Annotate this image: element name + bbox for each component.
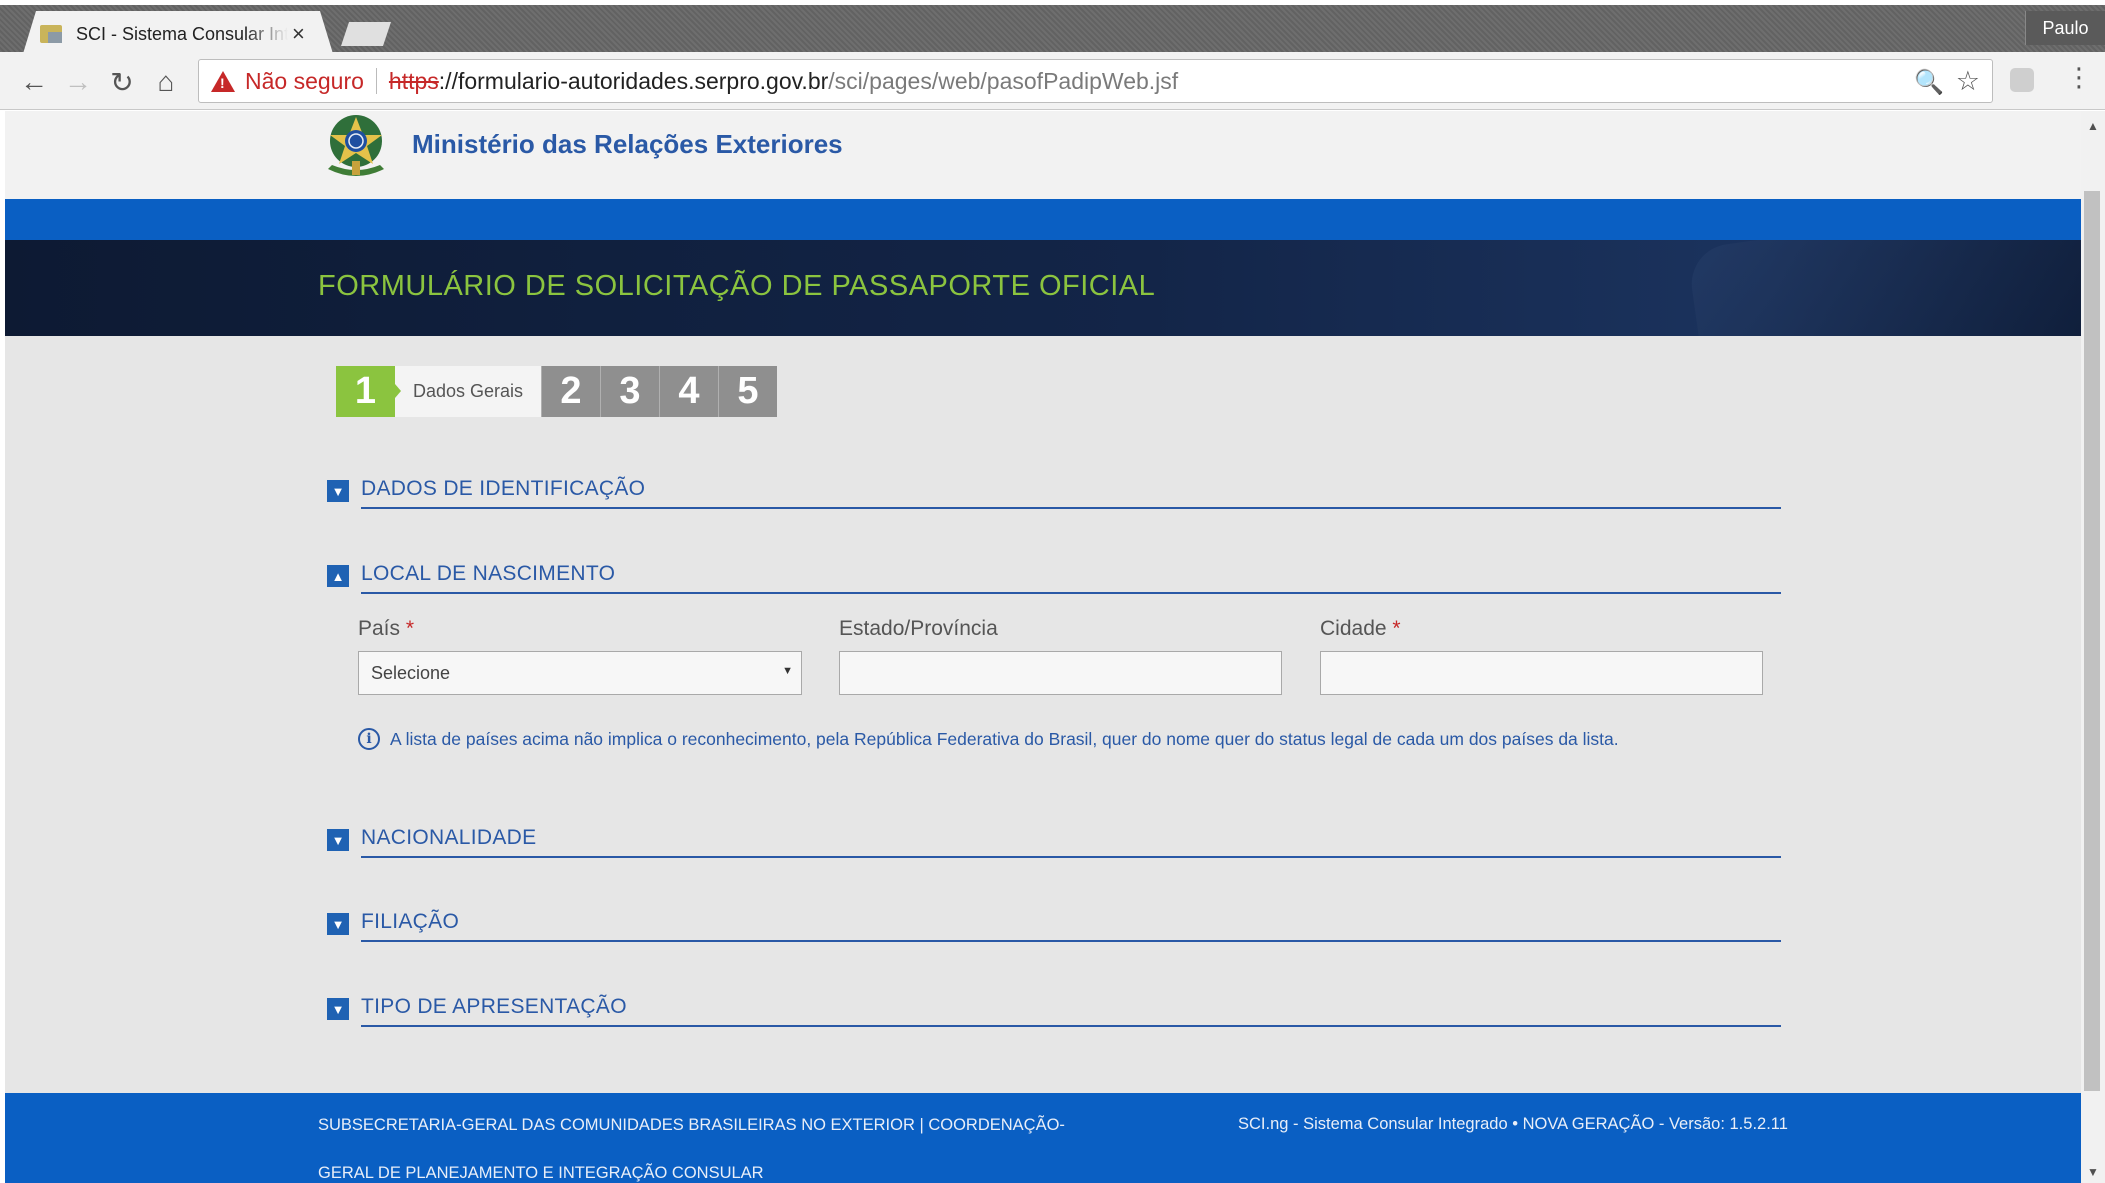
address-bar[interactable]: Não seguro https ://formulario-autoridad… xyxy=(198,59,1993,103)
footer-agency-text: SUBSECRETARIA-GERAL DAS COMUNIDADES BRAS… xyxy=(318,1116,1065,1182)
home-icon[interactable]: ⌂ xyxy=(150,66,182,98)
menu-icon[interactable]: ⋮ xyxy=(2066,64,2092,90)
section-divider xyxy=(361,940,1781,942)
extension-icon[interactable] xyxy=(2010,68,2034,92)
section-title[interactable]: DADOS DE IDENTIFICAÇÃO xyxy=(361,477,645,501)
url-host: ://formulario-autoridades.serpro.gov.br xyxy=(438,67,829,94)
address-separator xyxy=(375,68,377,94)
page-header: Ministério das Relações Exteriores xyxy=(5,111,2081,199)
scroll-thumb[interactable] xyxy=(2084,191,2100,1091)
pais-select-value: Selecione xyxy=(371,662,451,683)
chevron-down-icon[interactable]: ▼ xyxy=(327,480,349,502)
back-icon[interactable]: ← xyxy=(18,66,50,98)
cidade-label: Cidade * xyxy=(1320,617,1401,641)
coat-of-arms-logo xyxy=(328,115,384,176)
url-scheme: https xyxy=(388,67,439,94)
passport-decoration xyxy=(1686,240,2081,336)
page-footer: SUBSECRETARIA-GERAL DAS COMUNIDADES BRAS… xyxy=(5,1093,2081,1183)
new-tab-button[interactable] xyxy=(341,22,391,46)
security-label[interactable]: Não seguro xyxy=(245,68,364,95)
url-path: /sci/pages/web/pasofPadipWeb.jsf xyxy=(828,67,1179,94)
warning-icon[interactable] xyxy=(211,70,235,92)
form-title: FORMULÁRIO DE SOLICITAÇÃO DE PASSAPORTE … xyxy=(318,270,1156,302)
step-3[interactable]: 3 xyxy=(600,366,659,417)
estado-input[interactable] xyxy=(839,651,1282,695)
chevron-up-icon[interactable]: ▲ xyxy=(327,565,349,587)
pais-label-text: País xyxy=(358,617,401,640)
info-icon: i xyxy=(358,728,380,750)
browser-tab-strip: SCI - Sistema Consular Integrado × Paulo xyxy=(0,0,2105,57)
pais-label: País * xyxy=(358,617,414,641)
step-5[interactable]: 5 xyxy=(718,366,777,417)
section-title[interactable]: TIPO DE APRESENTAÇÃO xyxy=(361,995,627,1019)
ministry-name[interactable]: Ministério das Relações Exteriores xyxy=(412,129,843,160)
zoom-icon[interactable]: 🔍 xyxy=(1914,68,1944,97)
scroll-up-icon[interactable]: ▲ xyxy=(2087,119,2099,133)
section-divider xyxy=(361,507,1781,509)
profile-button[interactable]: Paulo xyxy=(2025,11,2105,45)
required-mark: * xyxy=(1392,617,1401,640)
dropdown-arrow-icon[interactable]: ▼ xyxy=(782,665,793,677)
required-mark: * xyxy=(405,617,415,640)
scroll-down-icon[interactable]: ▼ xyxy=(2087,1165,2099,1179)
close-icon[interactable]: × xyxy=(292,23,305,45)
blue-band xyxy=(5,199,2081,240)
info-disclaimer: A lista de países acima não implica o re… xyxy=(390,729,1619,749)
chevron-down-icon[interactable]: ▼ xyxy=(327,829,349,851)
browser-toolbar: ← → ↻ ⌂ Não seguro https ://formulario-a… xyxy=(0,52,2105,110)
step-4[interactable]: 4 xyxy=(659,366,718,417)
step-indicator: 1 Dados Gerais 2 3 4 5 xyxy=(336,366,777,417)
page-viewport: Ministério das Relações Exteriores FORMU… xyxy=(5,111,2081,1183)
step-2[interactable]: 2 xyxy=(541,366,600,417)
step-1-label: Dados Gerais xyxy=(395,366,541,417)
footer-version-text: SCI.ng - Sistema Consular Integrado • NO… xyxy=(1238,1115,1788,1133)
favicon-icon xyxy=(40,25,62,43)
forward-icon[interactable]: → xyxy=(62,66,94,98)
section-filiacao[interactable]: ▼ FILIAÇÃO xyxy=(327,902,1781,942)
section-title[interactable]: FILIAÇÃO xyxy=(361,910,459,934)
cidade-label-text: Cidade xyxy=(1320,617,1387,640)
vertical-scrollbar[interactable]: ▲ ▼ xyxy=(2081,111,2105,1183)
section-divider xyxy=(361,592,1781,594)
estado-label-text: Estado/Província xyxy=(839,617,998,640)
chevron-down-icon[interactable]: ▼ xyxy=(327,998,349,1020)
pais-select[interactable]: Selecione ▼ xyxy=(358,651,802,695)
section-title[interactable]: NACIONALIDADE xyxy=(361,826,536,850)
bookmark-star-icon[interactable]: ☆ xyxy=(1956,66,1980,97)
browser-tab[interactable]: SCI - Sistema Consular Integrado × xyxy=(22,11,334,57)
tab-title: SCI - Sistema Consular Integrado xyxy=(76,23,288,44)
chevron-down-icon[interactable]: ▼ xyxy=(327,913,349,935)
cidade-input[interactable] xyxy=(1320,651,1763,695)
section-divider xyxy=(361,1025,1781,1027)
section-title[interactable]: LOCAL DE NASCIMENTO xyxy=(361,562,615,586)
section-nacionalidade[interactable]: ▼ NACIONALIDADE xyxy=(327,818,1781,858)
section-tipo-apresentacao[interactable]: ▼ TIPO DE APRESENTAÇÃO xyxy=(327,987,1781,1027)
reload-icon[interactable]: ↻ xyxy=(106,66,138,98)
section-divider xyxy=(361,856,1781,858)
section-local-nascimento[interactable]: ▲ LOCAL DE NASCIMENTO xyxy=(327,554,1781,594)
estado-label: Estado/Província xyxy=(839,617,998,641)
title-band: FORMULÁRIO DE SOLICITAÇÃO DE PASSAPORTE … xyxy=(5,240,2081,336)
step-1[interactable]: 1 xyxy=(336,366,401,417)
section-dados-identificacao[interactable]: ▼ DADOS DE IDENTIFICAÇÃO xyxy=(327,469,1781,509)
